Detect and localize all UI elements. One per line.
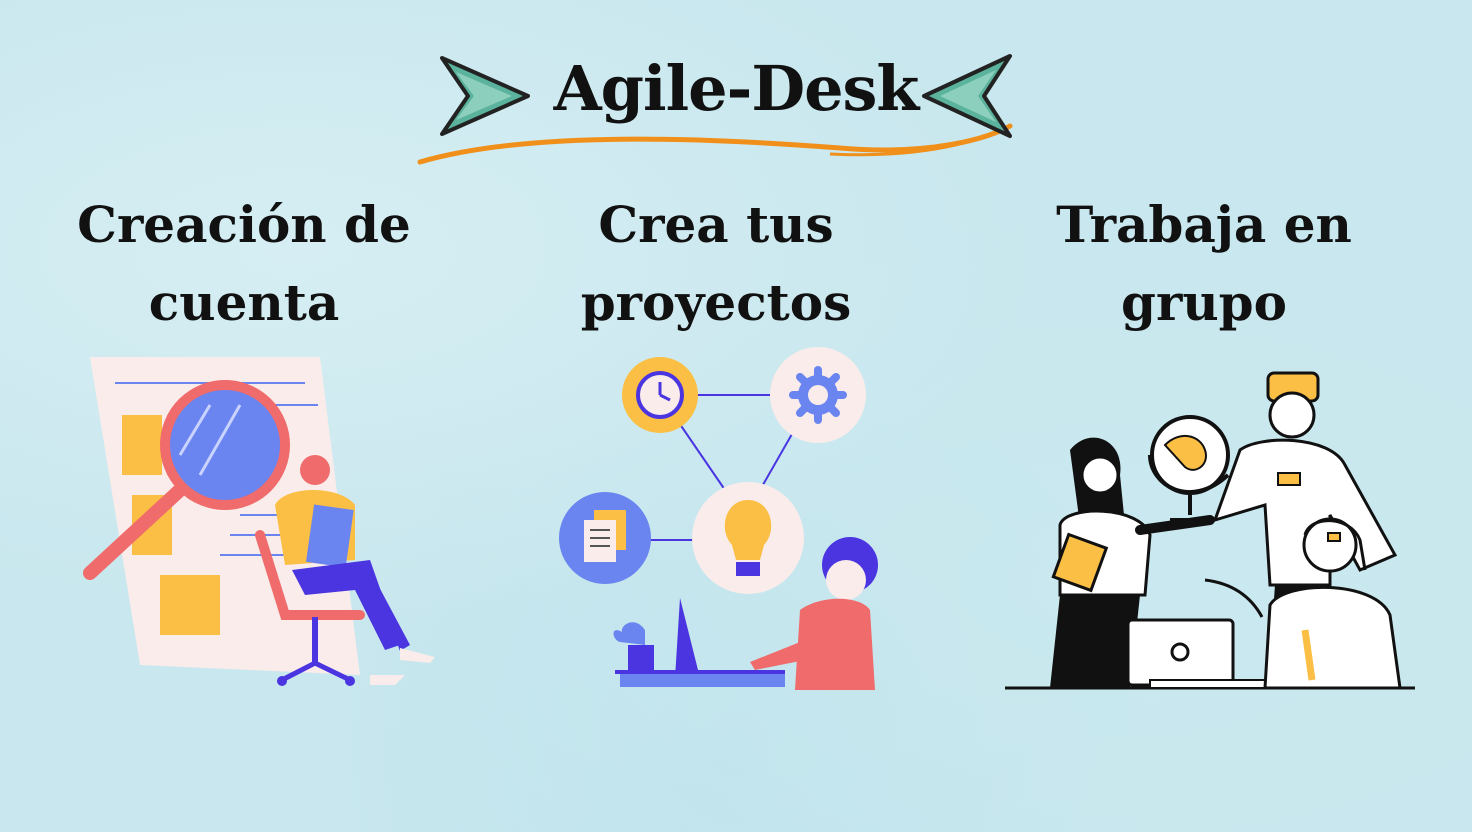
idea-network-illustration	[559, 347, 878, 690]
feature-title-projects: Crea tus proyectos	[580, 195, 852, 332]
gear-icon	[770, 347, 866, 443]
clock-icon	[622, 357, 698, 433]
lightbulb-icon	[692, 482, 804, 594]
team-globe-illustration	[1005, 371, 1415, 690]
globe-icon	[1148, 415, 1230, 522]
magnifier-document-illustration	[83, 357, 435, 686]
orange-swoosh	[417, 123, 1013, 165]
document-icon	[559, 492, 651, 584]
app-title: Agile-Desk	[553, 52, 920, 125]
feature-title-group: Trabaja en grupo	[1056, 195, 1352, 332]
feature-title-account: Creación de cuenta	[77, 195, 411, 332]
